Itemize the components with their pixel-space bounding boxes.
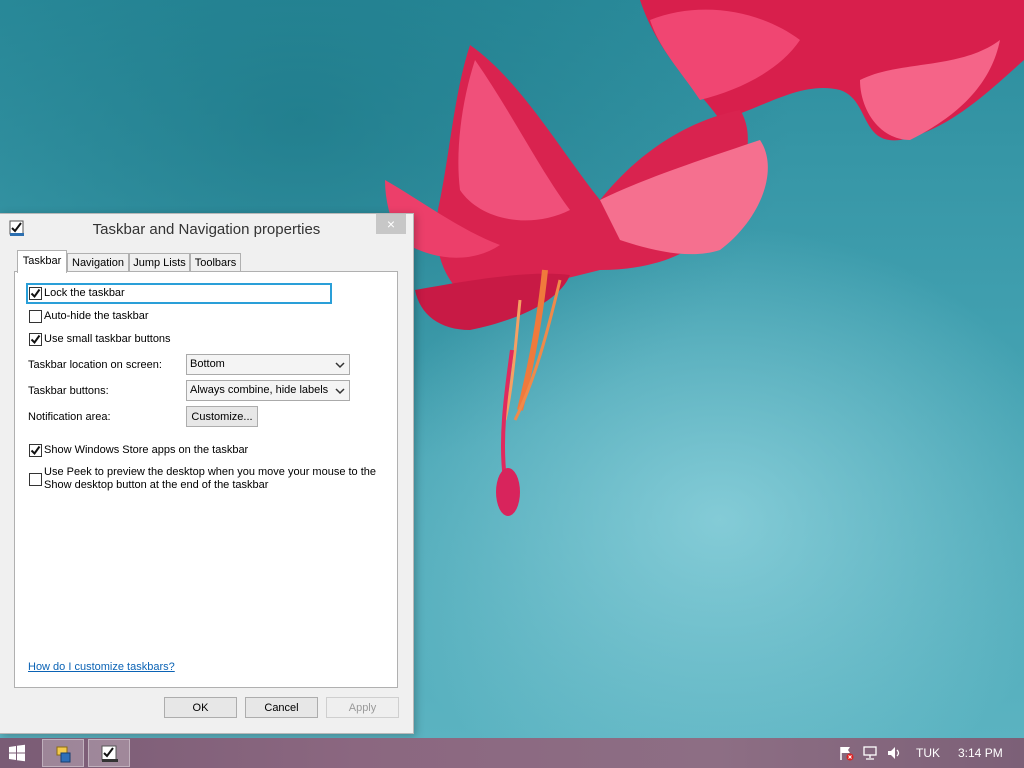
taskbar: TUK 3:14 PM <box>0 738 1024 768</box>
volume-icon[interactable] <box>886 745 902 761</box>
input-language[interactable]: TUK <box>916 746 940 760</box>
taskbar-buttons-label: Taskbar buttons: <box>28 385 109 397</box>
tab-taskbar[interactable]: Taskbar <box>17 250 67 273</box>
notification-area-label: Notification area: <box>28 411 111 423</box>
taskbar-buttons-value: Always combine, hide labels <box>190 384 329 396</box>
location-label: Taskbar location on screen: <box>28 359 162 371</box>
taskbar-properties-icon <box>101 745 118 762</box>
checkmark-icon <box>30 288 41 299</box>
chevron-down-icon <box>335 388 345 395</box>
dialog-title: Taskbar and Navigation properties <box>92 221 321 238</box>
lock-taskbar-checkbox[interactable] <box>29 287 42 300</box>
taskbar-buttons-dropdown[interactable]: Always combine, hide labels <box>186 380 350 401</box>
peek-checkbox[interactable] <box>29 473 42 486</box>
store-apps-checkbox[interactable] <box>29 444 42 457</box>
file-explorer-icon <box>56 746 71 763</box>
auto-hide-label[interactable]: Auto-hide the taskbar <box>44 310 149 322</box>
checkmark-icon <box>30 334 41 345</box>
peek-label-line2[interactable]: Show desktop button at the end of the ta… <box>44 479 268 491</box>
cancel-button[interactable]: Cancel <box>245 697 318 718</box>
taskbar-item-explorer[interactable] <box>42 739 84 767</box>
lock-taskbar-label[interactable]: Lock the taskbar <box>44 287 125 299</box>
store-apps-label[interactable]: Show Windows Store apps on the taskbar <box>44 444 248 456</box>
checkmark-icon <box>30 445 41 456</box>
tab-navigation[interactable]: Navigation <box>67 253 129 272</box>
location-dropdown[interactable]: Bottom <box>186 354 350 375</box>
clock[interactable]: 3:14 PM <box>958 746 1003 760</box>
tab-jump-lists[interactable]: Jump Lists <box>129 253 190 272</box>
close-button[interactable]: × <box>376 214 406 234</box>
small-buttons-label[interactable]: Use small taskbar buttons <box>44 333 171 345</box>
network-icon[interactable] <box>862 745 878 761</box>
close-icon: × <box>386 216 396 232</box>
ok-button[interactable]: OK <box>164 697 237 718</box>
help-link[interactable]: How do I customize taskbars? <box>28 661 175 673</box>
chevron-down-icon <box>335 362 345 369</box>
customize-button[interactable]: Customize... <box>186 406 258 427</box>
apply-button[interactable]: Apply <box>326 697 399 718</box>
taskbar-item-properties[interactable] <box>88 739 130 767</box>
location-value: Bottom <box>190 358 225 370</box>
peek-label-line1[interactable]: Use Peek to preview the desktop when you… <box>44 466 376 478</box>
auto-hide-checkbox[interactable] <box>29 310 42 323</box>
tab-toolbars[interactable]: Toolbars <box>190 253 241 272</box>
action-center-flag-icon[interactable] <box>838 745 854 761</box>
small-buttons-checkbox[interactable] <box>29 333 42 346</box>
start-button[interactable] <box>8 744 26 762</box>
title-bar[interactable]: Taskbar and Navigation properties × <box>0 214 413 243</box>
